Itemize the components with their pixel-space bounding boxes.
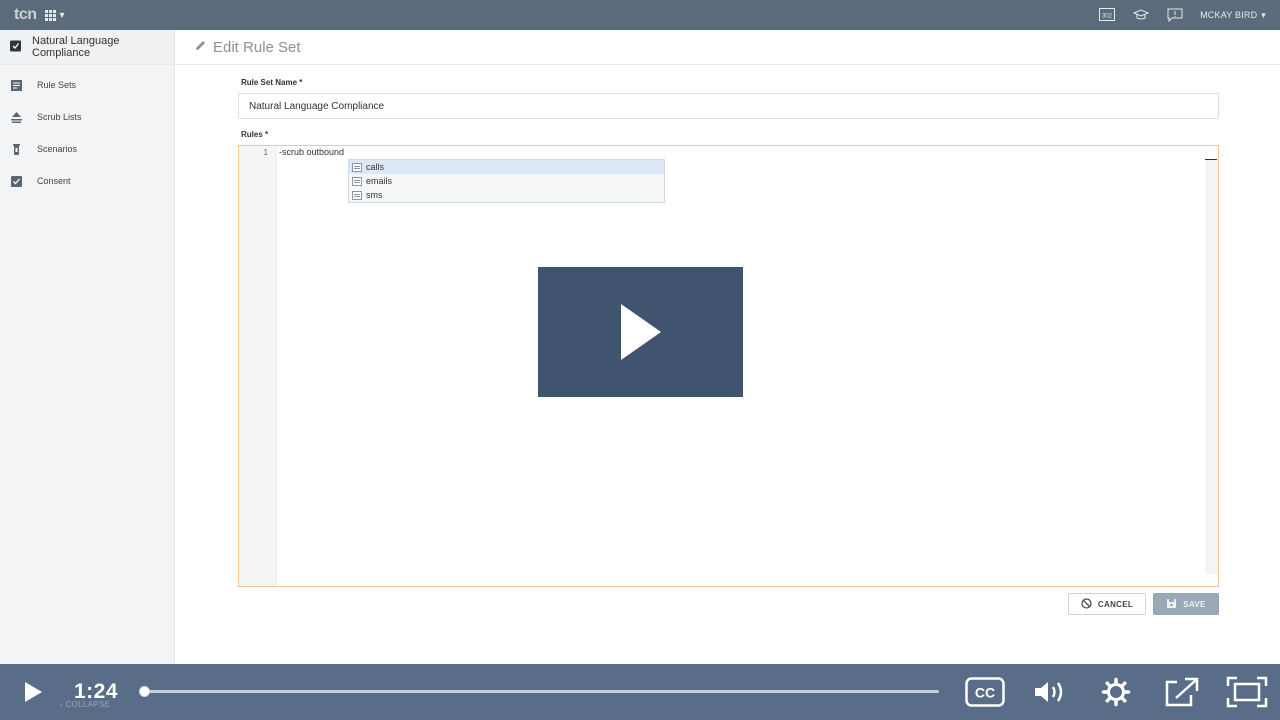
sidebar-item-scenarios[interactable]: Scenarios [0, 133, 174, 165]
sidebar-item-label: Rule Sets [37, 80, 77, 90]
autocomplete-item-sms[interactable]: sms [349, 188, 664, 202]
svg-text:CC: CC [975, 685, 995, 701]
video-controls: 1:24 ‹ COLLAPSE CC [0, 664, 1280, 720]
autocomplete-item-calls[interactable]: calls [349, 160, 664, 174]
user-menu[interactable]: MCKAY BIRD ▾ [1200, 10, 1266, 21]
clipboard-check-icon [9, 39, 22, 57]
suggestion-icon [352, 176, 362, 186]
suggestion-label: calls [366, 162, 385, 172]
scenarios-icon [10, 143, 23, 156]
editor-scrollbar[interactable] [1206, 160, 1218, 574]
sidebar-title: Natural Language Compliance [32, 35, 120, 59]
user-name: MCKAY BIRD [1200, 10, 1258, 20]
page-header: Edit Rule Set [176, 30, 1280, 65]
rules-label: Rules * [241, 130, 269, 139]
play-icon [620, 304, 661, 360]
sidebar-item-label: Scenarios [37, 144, 78, 154]
code-line: -scrub outbound [279, 147, 345, 157]
tcn-logo: tcn [14, 6, 37, 23]
app-switcher[interactable]: ▾ [44, 9, 65, 21]
share-button[interactable] [1162, 676, 1202, 708]
autocomplete-item-emails[interactable]: emails [349, 174, 664, 188]
suggestion-icon [352, 162, 362, 172]
sidebar-item-scrub-lists[interactable]: Scrub Lists [0, 101, 174, 133]
sidebar-item-label: Consent [37, 176, 71, 186]
play-icon [25, 682, 42, 702]
settings-button[interactable] [1100, 676, 1132, 708]
sidebar-header[interactable]: Natural Language Compliance [0, 30, 174, 65]
collapse-label: COLLAPSE [65, 700, 111, 709]
suggestion-label: sms [366, 190, 383, 200]
caret-down-icon: ▾ [1261, 9, 1266, 20]
sidebar-item-consent[interactable]: Consent [0, 165, 174, 197]
autocomplete-list: calls emails sms [348, 159, 665, 203]
badge-icon[interactable]: 302 [1098, 7, 1116, 23]
sidebar-collapse[interactable]: ‹ COLLAPSE [60, 700, 110, 709]
top-bar: tcn ▾ 302 MCKAY BIRD ▾ [0, 0, 1280, 30]
closed-captions-button[interactable]: CC [965, 676, 1005, 708]
save-button[interactable]: SAVE [1153, 593, 1219, 615]
suggestion-icon [352, 190, 362, 200]
cancel-button[interactable]: CANCEL [1068, 593, 1146, 615]
sidebar-item-label: Scrub Lists [37, 112, 82, 122]
consent-icon [10, 175, 23, 188]
volume-icon [1035, 682, 1063, 702]
progress-scrubber[interactable] [139, 686, 150, 697]
cancel-label: CANCEL [1097, 599, 1134, 609]
badge-count: 302 [1102, 14, 1113, 20]
save-label: SAVE [1183, 599, 1206, 609]
scrub-lists-icon [10, 111, 23, 124]
rule-set-name-input[interactable]: Natural Language Compliance [238, 93, 1219, 119]
apps-grid-icon [44, 9, 56, 21]
gear-icon [1101, 677, 1131, 707]
progress-track[interactable] [144, 690, 939, 693]
graduation-cap-icon[interactable] [1132, 7, 1150, 23]
rule-set-name-label: Rule Set Name * [241, 78, 303, 87]
sidebar: Natural Language Compliance Rule Sets Sc… [0, 30, 175, 664]
suggestion-label: emails [366, 176, 393, 186]
video-play-overlay-button[interactable] [538, 267, 743, 397]
editor-gutter: 1 [239, 146, 277, 586]
feedback-icon[interactable] [1166, 7, 1184, 23]
volume-button[interactable] [1033, 676, 1069, 708]
caret-down-icon: ▾ [59, 9, 65, 21]
fullscreen-icon [1226, 676, 1268, 708]
rule-set-name-value: Natural Language Compliance [249, 100, 385, 112]
line-number: 1 [263, 148, 268, 157]
sidebar-item-rule-sets[interactable]: Rule Sets [0, 69, 174, 101]
cc-icon: CC [965, 677, 1005, 707]
share-icon [1165, 677, 1199, 707]
floppy-disk-icon [1166, 598, 1177, 611]
rule-sets-icon [10, 79, 23, 92]
page-title: Edit Rule Set [213, 38, 301, 56]
pencil-icon [194, 39, 207, 56]
ban-icon [1081, 597, 1092, 611]
play-button[interactable] [22, 681, 44, 708]
fullscreen-button[interactable] [1226, 676, 1268, 708]
